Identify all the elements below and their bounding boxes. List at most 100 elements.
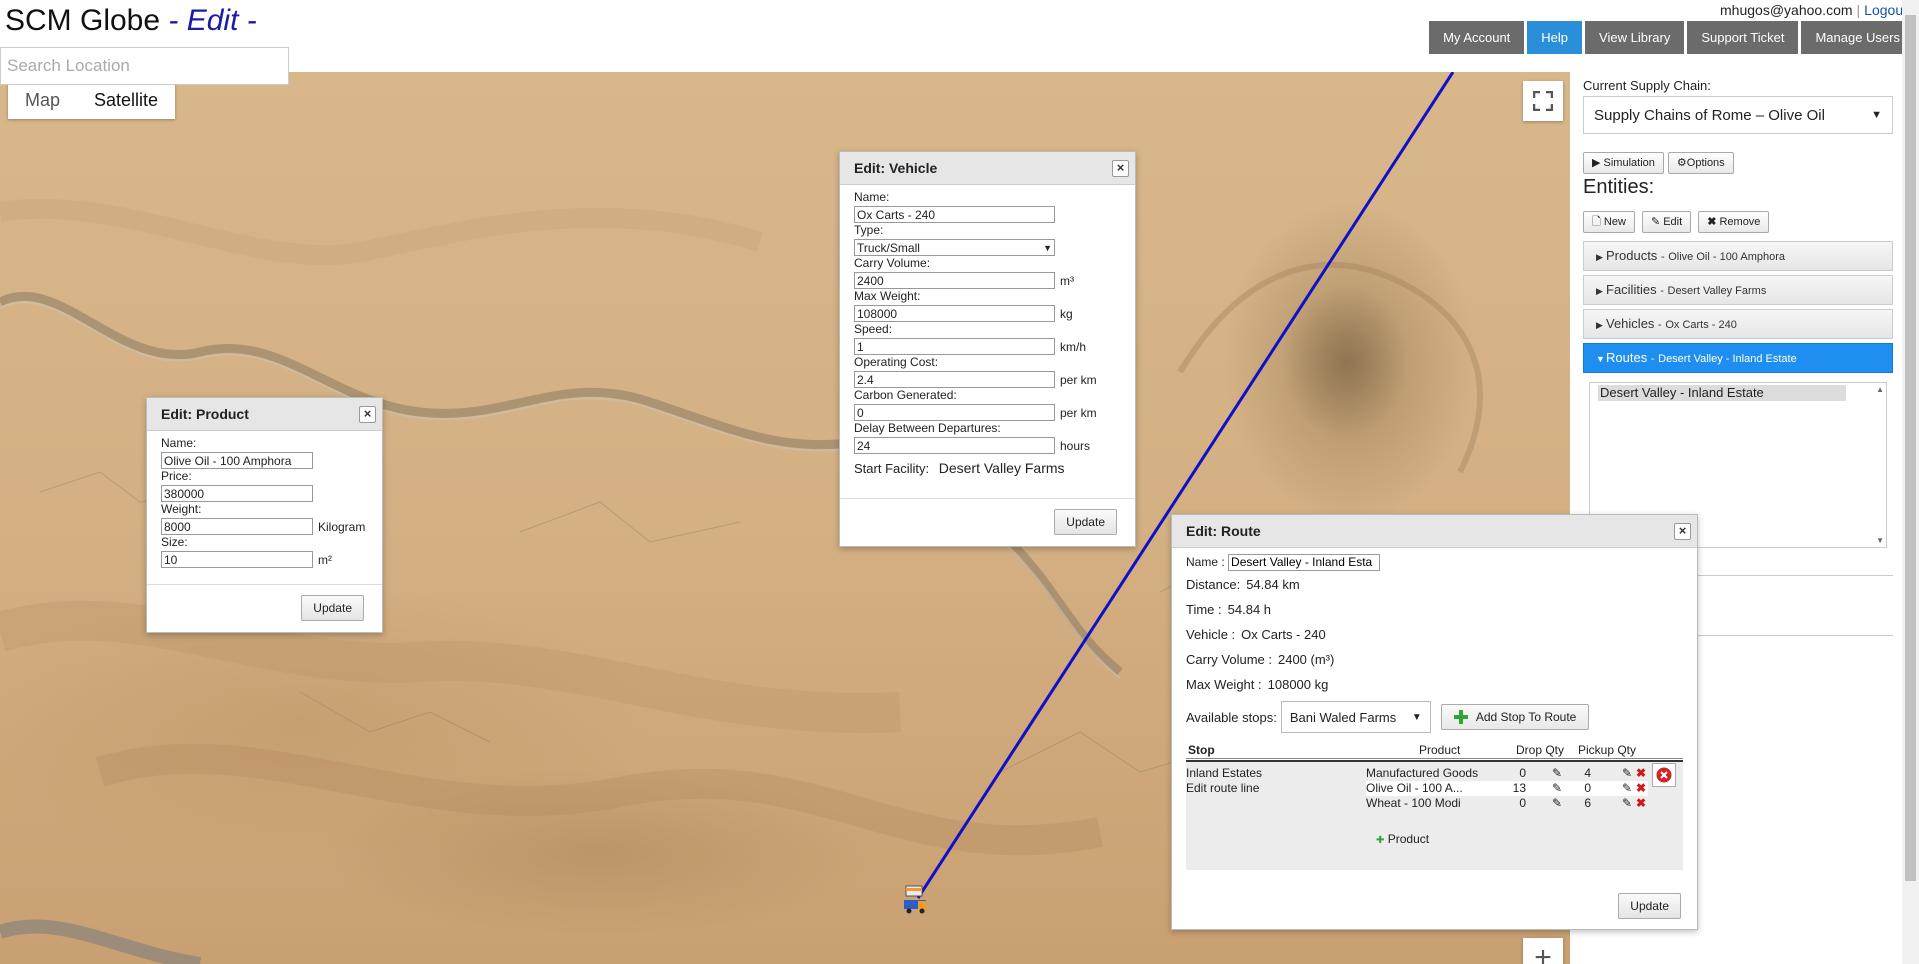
accordion-products[interactable]: ▶ Products - Olive Oil - 100 Amphora <box>1583 241 1893 271</box>
row-pickup-qty: 6 <box>1584 796 1591 810</box>
pencil-icon[interactable]: ✎ <box>1622 781 1632 795</box>
products-label: Products <box>1606 248 1658 263</box>
available-stops-select[interactable]: Bani Waled Farms ▼ <box>1280 701 1431 733</box>
product-update-button[interactable]: Update <box>301 595 364 621</box>
product-size-field[interactable] <box>161 551 313 568</box>
page-scrollbar-thumb[interactable] <box>1905 15 1916 881</box>
accordion-routes[interactable]: ▼Routes - Desert Valley - Inland Estate <box>1583 343 1893 373</box>
route-dialog-title: Edit: Route <box>1186 523 1261 539</box>
col-drop-qty: Drop Qty <box>1516 743 1565 757</box>
route-name-field[interactable] <box>1228 553 1381 571</box>
max-weight-unit: kg <box>1060 306 1073 321</box>
my-account-button[interactable]: My Account <box>1429 21 1525 54</box>
vehicle-dialog-title: Edit: Vehicle <box>854 160 938 176</box>
row-pickup-qty: 4 <box>1584 766 1591 780</box>
carbon-generated-label: Carbon Generated: <box>854 388 957 402</box>
route-dialog-footer: Update <box>1618 893 1681 919</box>
routes-label: Routes <box>1606 350 1648 365</box>
vehicle-marker-icon[interactable] <box>902 884 930 914</box>
distance-value: 54.84 km <box>1246 577 1300 592</box>
simulation-button[interactable]: ▶ Simulation <box>1583 152 1664 174</box>
vehicle-name-field[interactable] <box>854 206 1055 223</box>
scroll-up-icon[interactable]: ▲ <box>1876 385 1884 394</box>
products-separator: - <box>1660 251 1665 263</box>
col-pickup-qty: Pickup Qty <box>1578 743 1637 757</box>
pencil-icon[interactable]: ✎ <box>1552 796 1562 810</box>
carbon-generated-unit: per km <box>1060 405 1097 420</box>
vehicle-value: Ox Carts - 240 <box>1241 627 1326 642</box>
product-weight-field[interactable] <box>161 518 313 535</box>
edit-entity-button[interactable]: ✎ Edit <box>1641 211 1692 233</box>
product-form: Name: Price: Weight: Kilogram Size: m² <box>147 431 382 575</box>
vehicle-dialog-header: Edit: Vehicle × <box>840 152 1135 185</box>
product-close-icon[interactable]: × <box>359 406 376 423</box>
delay-field[interactable] <box>854 437 1055 454</box>
manage-users-button[interactable]: Manage Users <box>1801 21 1914 54</box>
help-button[interactable]: Help <box>1527 21 1583 54</box>
vehicle-update-button[interactable]: Update <box>1054 509 1117 535</box>
accordion-vehicles[interactable]: ▶ Vehicles - Ox Carts - 240 <box>1583 309 1893 339</box>
list-item[interactable]: Desert Valley - Inland Estate <box>1598 385 1846 401</box>
play-icon: ▶ <box>1592 157 1601 169</box>
route-max-weight-label: Max Weight : <box>1186 677 1262 692</box>
delete-x-icon[interactable]: ✖ <box>1636 796 1646 810</box>
route-close-icon[interactable]: × <box>1674 523 1691 540</box>
remove-stop-button[interactable] <box>1652 763 1676 787</box>
available-stops-label: Available stops: <box>1186 709 1277 725</box>
view-library-button[interactable]: View Library <box>1585 21 1685 54</box>
vehicle-type-select[interactable]: Truck/Small ▼ <box>854 239 1055 256</box>
pencil-icon[interactable]: ✎ <box>1552 766 1562 780</box>
available-stops-row: Available stops: Bani Waled Farms ▼ Add … <box>1186 700 1683 734</box>
map-type-map[interactable]: Map <box>8 81 77 119</box>
search-location-input[interactable] <box>0 47 289 85</box>
new-entity-button[interactable]: 🗋 New <box>1583 211 1635 233</box>
route-dialog-header: Edit: Route × <box>1172 515 1697 548</box>
scroll-down-icon[interactable]: ▼ <box>1876 536 1884 545</box>
product-price-field[interactable] <box>161 485 313 502</box>
chevron-down-icon: ▼ <box>1043 242 1052 253</box>
options-button[interactable]: ⚙Options <box>1667 152 1734 174</box>
speed-label: Speed: <box>854 322 893 336</box>
speed-field[interactable] <box>854 338 1055 355</box>
supply-chain-select[interactable]: Supply Chains of Rome – Olive Oil ▼ <box>1583 96 1893 134</box>
add-stop-button[interactable]: Add Stop To Route <box>1440 704 1590 730</box>
sim-options-row: ▶ Simulation ⚙Options <box>1583 152 1734 174</box>
pencil-icon[interactable]: ✎ <box>1622 796 1632 810</box>
logout-link[interactable]: Logout <box>1864 2 1907 18</box>
remove-label: Remove <box>1719 216 1761 228</box>
plus-icon: ✚ <box>1376 835 1385 846</box>
user-separator: | <box>1856 2 1861 18</box>
edit-route-line-link[interactable]: Edit route line <box>1186 781 1259 795</box>
carbon-generated-field[interactable] <box>854 404 1055 421</box>
remove-entity-button[interactable]: ✖ Remove <box>1698 211 1770 233</box>
routes-separator: - <box>1650 353 1655 365</box>
panel-divider <box>1698 635 1893 636</box>
delete-x-icon[interactable]: ✖ <box>1636 781 1646 795</box>
start-facility-label: Start Facility: <box>854 461 930 476</box>
max-weight-field[interactable] <box>854 305 1055 322</box>
route-update-button[interactable]: Update <box>1618 893 1681 919</box>
pencil-icon[interactable]: ✎ <box>1622 766 1632 780</box>
stops-table: Stop Product Drop Qty Pickup Qty Inland … <box>1186 743 1683 870</box>
route-max-weight-value: 108000 kg <box>1267 677 1329 692</box>
product-name-field[interactable] <box>161 452 313 469</box>
map-type-satellite[interactable]: Satellite <box>77 81 175 119</box>
pencil-icon[interactable]: ✎ <box>1552 781 1562 795</box>
vehicle-close-icon[interactable]: × <box>1112 160 1129 177</box>
operating-cost-field[interactable] <box>854 371 1055 388</box>
support-ticket-button[interactable]: Support Ticket <box>1687 21 1799 54</box>
available-stops-value: Bani Waled Farms <box>1289 709 1397 725</box>
caret-right-icon: ▶ <box>1596 252 1603 262</box>
zoom-in-button[interactable]: + <box>1523 938 1563 964</box>
operating-cost-label: Operating Cost: <box>854 355 939 369</box>
delete-x-icon[interactable]: ✖ <box>1636 766 1646 780</box>
user-email: mhugos@yahoo.com <box>1720 2 1853 18</box>
accordion-facilities[interactable]: ▶ Facilities - Desert Valley Farms <box>1583 275 1893 305</box>
fullscreen-button[interactable] <box>1523 81 1563 121</box>
page-scrollbar[interactable] <box>1902 0 1919 964</box>
delay-unit: hours <box>1060 438 1091 453</box>
add-product-link[interactable]: ✚ Product <box>1376 832 1429 846</box>
caret-down-icon: ▼ <box>1596 354 1605 364</box>
carry-volume-field[interactable] <box>854 272 1055 289</box>
user-line: mhugos@yahoo.com | Logout <box>1720 2 1907 18</box>
